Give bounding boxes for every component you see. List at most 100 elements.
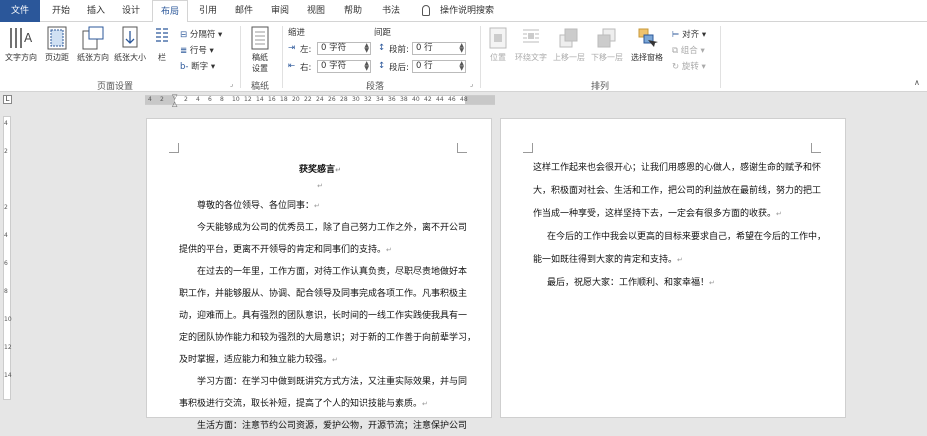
line-numbers-button[interactable]: ≣ 行号 ▾ bbox=[180, 44, 214, 56]
tab-8[interactable]: 视图 bbox=[300, 0, 332, 22]
tell-me-search[interactable]: 操作说明搜索 bbox=[440, 0, 494, 22]
indent-right-input[interactable]: 0 字符 ▲ ▼ bbox=[317, 60, 371, 73]
spacing-before-input[interactable]: 0 行 ▲ ▼ bbox=[412, 42, 466, 55]
vruler-number: 8 bbox=[4, 288, 8, 295]
spacing-before-label: 段前: bbox=[389, 45, 409, 55]
orientation-button[interactable]: 纸张方向 bbox=[75, 26, 111, 63]
send-backward-button[interactable]: 下移一层 bbox=[588, 26, 626, 63]
body-line: 学习方面：在学习中做到既讲究方式方法，又注重实际效果，并与同 bbox=[197, 377, 468, 387]
ruler-number: 24 bbox=[316, 96, 324, 103]
svg-text:A: A bbox=[24, 31, 33, 45]
selection-pane-button[interactable]: 选择窗格 bbox=[628, 26, 666, 63]
hyphenation-button[interactable]: b- 断字 ▾ bbox=[180, 60, 215, 72]
line-numbers-icon: ≣ bbox=[180, 46, 188, 56]
spacing-after-icon: ↕ bbox=[378, 61, 386, 71]
body-line: 今天能够成为公司的优秀员工，除了自己努力工作之外，离不开公司 bbox=[197, 223, 468, 233]
indent-left-icon: ⇥ bbox=[288, 43, 296, 53]
ruler-number: 26 bbox=[328, 96, 336, 103]
body-line: 最后，祝愿大家：工作顺利、和家幸福！↵ bbox=[547, 278, 715, 288]
tab-6[interactable]: 邮件 bbox=[228, 0, 260, 22]
tab-0[interactable]: 文件 bbox=[0, 0, 40, 22]
breaks-button[interactable]: ⊟ 分隔符 ▾ bbox=[180, 28, 222, 40]
orientation-icon bbox=[82, 26, 104, 50]
columns-button[interactable]: 栏 bbox=[152, 26, 172, 63]
body-line: 职工作，并能够服从、协调、配合领导及同事完成各项工作。凡事积极主 bbox=[179, 289, 468, 299]
tab-2[interactable]: 插入 bbox=[80, 0, 112, 22]
body-line: 定的团队协作能力和较为强烈的大局意识；对于新的工作善于向前辈学习， bbox=[179, 333, 477, 343]
vruler-number: 4 bbox=[4, 120, 8, 127]
text-direction-button[interactable]: A 文字方向 bbox=[3, 26, 39, 63]
body-line: 事积极进行交流，取长补短，提高了个人的知识技能与素质。↵ bbox=[179, 399, 428, 409]
ruler-number: 36 bbox=[388, 96, 396, 103]
ruler-number: 18 bbox=[280, 96, 288, 103]
empty-line: ↵ bbox=[317, 182, 323, 190]
body-line: 在今后的工作中我会以更高的目标来要求自己，希望在今后的工作中， bbox=[547, 232, 827, 242]
document-page-1[interactable]: 获奖感言↵ ↵ 尊敬的各位领导、各位同事：↵ 今天能够成为公司的优秀员工，除了自己… bbox=[146, 118, 492, 431]
vruler-number: 2 bbox=[4, 148, 8, 155]
paragraph-launcher-icon[interactable]: ⌟ bbox=[470, 80, 473, 88]
tab-selector-icon[interactable]: L bbox=[3, 95, 12, 104]
align-button[interactable]: ⊨ 对齐 ▾ bbox=[672, 28, 706, 40]
tab-4[interactable]: 布局 bbox=[152, 0, 188, 23]
ruler-number: 38 bbox=[400, 96, 408, 103]
hyphenation-icon: b- bbox=[180, 62, 189, 72]
body-line: 作当成一种享受，这样坚持下去，一定会有很多方面的收获。↵ bbox=[533, 209, 782, 219]
bring-forward-button[interactable]: 上移一层 bbox=[550, 26, 588, 63]
lightbulb-icon bbox=[422, 5, 430, 16]
ruler-number: 28 bbox=[340, 96, 348, 103]
ruler-number: 48 bbox=[460, 96, 468, 103]
spacing-after-input[interactable]: 0 行 ▲ ▼ bbox=[412, 60, 466, 73]
ruler-number: 10 bbox=[232, 96, 240, 103]
spacing-before-icon: ↕ bbox=[378, 43, 386, 53]
ruler-number: 40 bbox=[412, 96, 420, 103]
vertical-ruler[interactable]: 4 2 2 4 6 8 10 12 14 bbox=[0, 108, 14, 400]
collapse-ribbon-icon[interactable]: ∧ bbox=[914, 78, 920, 87]
tab-7[interactable]: 审阅 bbox=[264, 0, 296, 22]
vruler-number: 10 bbox=[4, 316, 12, 323]
draft-settings-button[interactable]: 稿纸 设置 bbox=[245, 26, 275, 74]
body-line: 大，积极面对社会、生活和工作，把公司的利益放在最前线，努力的把工 bbox=[533, 186, 822, 196]
indent-header: 缩进 bbox=[288, 28, 306, 38]
vruler-number: 12 bbox=[4, 344, 12, 351]
tab-10[interactable]: 书法 bbox=[374, 0, 408, 22]
ruler-number: 32 bbox=[364, 96, 372, 103]
selection-pane-icon bbox=[638, 28, 658, 47]
ruler-number: 2 bbox=[160, 96, 164, 103]
ruler-number: 22 bbox=[304, 96, 312, 103]
page-setup-group-label: 页面设置 bbox=[96, 82, 133, 92]
hanging-indent-icon[interactable]: △ bbox=[172, 100, 177, 108]
rotate-icon: ↻ bbox=[672, 62, 680, 72]
group-button[interactable]: ⧉ 组合 ▾ bbox=[672, 44, 705, 56]
tab-9[interactable]: 帮助 bbox=[336, 0, 370, 22]
indent-left-input[interactable]: 0 字符 ▲ ▼ bbox=[317, 42, 371, 55]
tab-1[interactable]: 开始 bbox=[45, 0, 77, 22]
rotate-button[interactable]: ↻ 旋转 ▾ bbox=[672, 60, 706, 72]
position-icon bbox=[489, 27, 507, 49]
margins-button[interactable]: 页边距 bbox=[41, 26, 73, 63]
ruler-number: 46 bbox=[448, 96, 456, 103]
vruler-number: 2 bbox=[4, 204, 8, 211]
document-page-2[interactable]: 这样工作起来也会很开心；让我们用感恩的心做人，感谢生命的赋予和怀 大，积极面对社会… bbox=[500, 118, 846, 418]
tab-3[interactable]: 设计 bbox=[115, 0, 147, 22]
tab-5[interactable]: 引用 bbox=[192, 0, 224, 22]
ruler-number: 34 bbox=[376, 96, 384, 103]
ruler-number: 4 bbox=[196, 96, 200, 103]
body-line: 及时掌握，适应能力和独立能力较强。↵ bbox=[179, 355, 338, 365]
ruler-number: 14 bbox=[256, 96, 264, 103]
draft-paper-icon bbox=[251, 26, 269, 50]
wrap-text-button[interactable]: 环绕文字 bbox=[512, 26, 550, 63]
ruler-number: 12 bbox=[244, 96, 252, 103]
bring-forward-icon bbox=[559, 28, 578, 48]
vruler-number: 6 bbox=[4, 260, 8, 267]
position-button[interactable]: 位置 bbox=[484, 26, 512, 63]
page-setup-launcher-icon[interactable]: ⌟ bbox=[230, 80, 233, 88]
margins-icon bbox=[47, 26, 67, 50]
ruler-number: 6 bbox=[208, 96, 212, 103]
horizontal-ruler[interactable]: L 4 2 2 4 6 8 10 12 14 16 18 20 22 24 26 28 30 32 34 36 38 40… bbox=[0, 92, 927, 108]
ribbon-tab-bar: 文件 开始 插入 设计 布局 引用 邮件 审阅 视图 帮助 书法 操作说明搜索 bbox=[0, 0, 927, 23]
body-line: 尊敬的各位领导、各位同事：↵ bbox=[197, 201, 320, 211]
ruler-number: 42 bbox=[424, 96, 432, 103]
columns-icon bbox=[156, 28, 168, 42]
size-button[interactable]: 纸张大小 bbox=[112, 26, 148, 63]
ruler-number: 2 bbox=[184, 96, 188, 103]
